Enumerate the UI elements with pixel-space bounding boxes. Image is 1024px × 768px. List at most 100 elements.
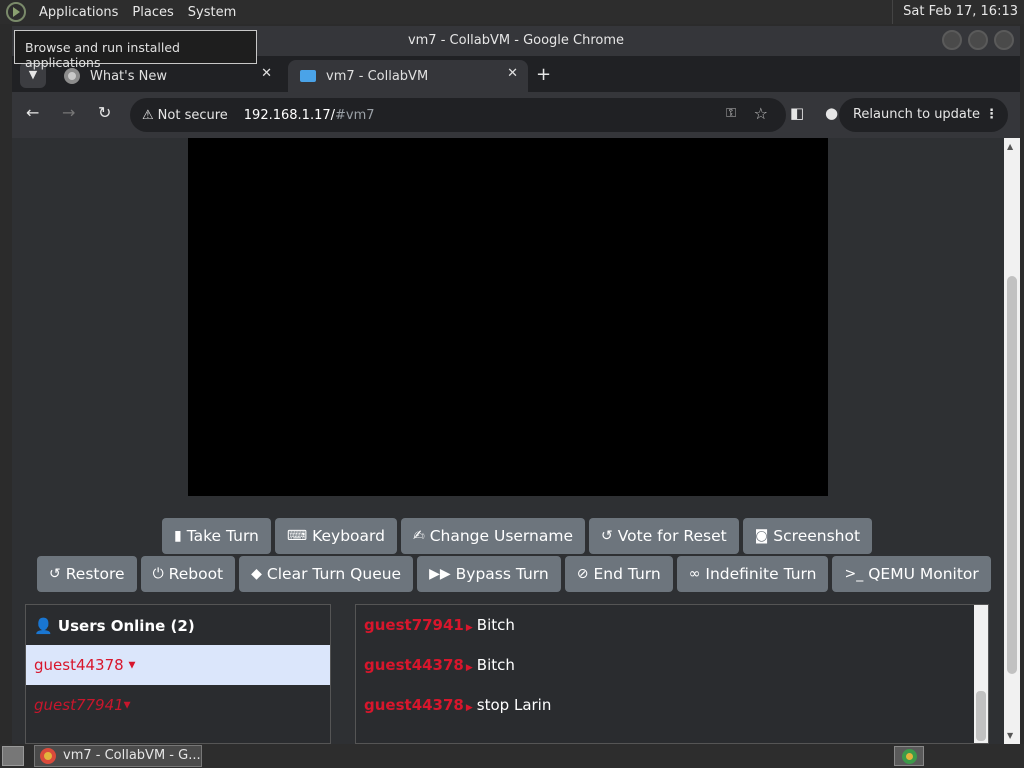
signature-icon: ✍ (412, 528, 425, 544)
username: guest77941 (34, 696, 124, 714)
change-username-button[interactable]: ✍ Change Username (400, 518, 585, 554)
indefinite-turn-button[interactable]: ∞ Indefinite Turn (676, 556, 829, 592)
end-turn-button[interactable]: ⊘ End Turn (564, 556, 673, 592)
tab-collabvm[interactable]: vm7 - CollabVM ✕ (288, 60, 528, 92)
url-host: 192.168.1.17/ (243, 107, 335, 123)
close-window-button[interactable] (994, 30, 1014, 50)
tab-label: vm7 - CollabVM (326, 68, 429, 84)
warning-triangle-icon[interactable]: ⚠ (142, 108, 154, 123)
take-turn-button[interactable]: ▮ Take Turn (162, 518, 271, 554)
restore-button[interactable]: ↺ Restore (37, 556, 137, 592)
chat-text: stop Larin (476, 696, 552, 714)
panel-clock[interactable]: Sat Feb 17, 16:13 (892, 0, 1024, 24)
vote-for-reset-button[interactable]: ↺ Vote for Reset (589, 518, 739, 554)
power-icon: ⏻ (152, 566, 164, 582)
tray-chrome-icon[interactable] (894, 746, 924, 766)
url-fragment: #vm7 (335, 107, 375, 123)
taskbar-chrome-window[interactable]: vm7 - CollabVM - G... (34, 745, 202, 767)
vm-controls-row-2: ↺ Restore ⏻ Reboot ◆ Clear Turn Queue ▶▶ Byp… (37, 556, 991, 592)
close-tab-icon[interactable]: ✕ (261, 66, 272, 81)
button-label: QEMU Monitor (868, 565, 979, 583)
relaunch-label: Relaunch to update (852, 107, 980, 122)
page-scrollbar-thumb[interactable] (1007, 276, 1017, 674)
screenshot-button[interactable]: ◙ Screenshot (742, 518, 873, 554)
security-label[interactable]: Not secure (158, 108, 228, 123)
back-arrow-icon[interactable]: ← (26, 103, 39, 122)
mouse-icon: ▮ (174, 528, 182, 544)
close-tab-icon[interactable]: ✕ (507, 66, 518, 81)
button-label: Reboot (168, 565, 224, 583)
users-online-title: Users Online (2) (57, 617, 195, 635)
chrome-icon (64, 68, 80, 84)
keyboard-button[interactable]: ⌨ Keyboard (274, 518, 397, 554)
button-label: Screenshot (773, 527, 861, 545)
ban-icon: ⊘ (576, 566, 589, 582)
top-panel: Applications Places System Sat Feb 17, 1… (0, 0, 1024, 24)
menu-places[interactable]: Places (125, 5, 180, 20)
users-online-panel: 👤 Users Online (2) guest44378 ▼ guest779… (25, 604, 331, 744)
button-label: Restore (65, 565, 125, 583)
browser-window: vm7 - CollabVM - Google Chrome ▼ What's … (12, 26, 1020, 744)
caret-right-icon: ▶ (465, 703, 473, 713)
user-list-item[interactable]: guest44378 ▼ (26, 645, 330, 685)
qemu-monitor-button[interactable]: >_ QEMU Monitor (832, 556, 991, 592)
menu-kebab-icon[interactable]: ⋮ (985, 98, 998, 132)
chat-text: Bitch (476, 616, 515, 634)
camera-icon: ◙ (754, 528, 769, 544)
button-label: Keyboard (312, 527, 385, 545)
window-title: vm7 - CollabVM - Google Chrome (407, 33, 625, 48)
caret-down-icon: ▼ (128, 660, 136, 671)
new-tab-plus-icon[interactable]: + (536, 64, 551, 85)
user-icon: 👤 (34, 617, 58, 635)
vm-controls-row-1: ▮ Take Turn ⌨ Keyboard ✍ Change Username ↺ V… (162, 518, 873, 554)
clear-turn-queue-button[interactable]: ◆ Clear Turn Queue (239, 556, 414, 592)
collabvm-page: ▮ Take Turn ⌨ Keyboard ✍ Change Username ↺ V… (12, 138, 1004, 744)
vm-display[interactable] (188, 138, 828, 496)
chat-scrollbar[interactable] (974, 605, 988, 743)
maximize-button[interactable] (968, 30, 988, 50)
button-label: Vote for Reset (617, 527, 727, 545)
chat-username[interactable]: guest44378 (364, 696, 464, 714)
username: guest44378 (34, 656, 124, 674)
chat-scrollbar-thumb[interactable] (976, 691, 986, 741)
button-label: Change Username (429, 527, 573, 545)
chat-username[interactable]: guest77941 (364, 616, 464, 634)
forward-icon: ▶▶ (429, 566, 451, 582)
password-key-icon[interactable]: ⚿ (726, 106, 736, 121)
scroll-up-icon[interactable]: ▲ (1007, 142, 1013, 151)
undo-icon: ↺ (601, 528, 613, 544)
bookmark-star-icon[interactable]: ☆ (754, 104, 768, 123)
side-panel-icon[interactable]: ◧ (790, 104, 804, 122)
chat-username[interactable]: guest44378 (364, 656, 464, 674)
button-label: Bypass Turn (455, 565, 549, 583)
show-desktop-icon[interactable] (2, 746, 24, 766)
reboot-button[interactable]: ⏻ Reboot (140, 556, 236, 592)
menu-system[interactable]: System (181, 5, 243, 20)
forward-arrow-icon[interactable]: → (62, 103, 75, 122)
mate-logo-icon[interactable] (6, 2, 26, 22)
monitor-icon (300, 70, 316, 82)
browser-toolbar: ← → ↻ ⚠ Not secure 192.168.1.17/ #vm7 ⚿ … (12, 92, 1020, 138)
scroll-down-icon[interactable]: ▼ (1007, 731, 1013, 740)
profile-avatar-icon[interactable]: ● (825, 104, 838, 122)
tab-label: What's New (90, 68, 167, 84)
page-scrollbar[interactable]: ▲ ▼ (1004, 138, 1020, 744)
button-label: Clear Turn Queue (266, 565, 402, 583)
user-list-item[interactable]: guest77941▼ (26, 685, 330, 725)
menu-applications[interactable]: Applications (32, 5, 125, 20)
button-label: Indefinite Turn (705, 565, 817, 583)
relaunch-button[interactable]: Relaunch to update ⋮ (838, 98, 1008, 132)
chat-message: guest44378 ▶ Bitch (356, 645, 988, 685)
reload-icon[interactable]: ↻ (98, 103, 111, 122)
chat-message: guest44378 ▶ stop Larin (356, 685, 988, 725)
chrome-icon (40, 748, 56, 764)
chat-text: Bitch (476, 656, 515, 674)
chat-panel: guest77941 ▶ Bitch guest44378 ▶ Bitch guest4… (355, 604, 989, 744)
address-bar[interactable]: ⚠ Not secure 192.168.1.17/ #vm7 ⚿ ☆ (130, 98, 786, 132)
terminal-icon: >_ (844, 566, 864, 582)
infinity-icon: ∞ (688, 566, 701, 582)
button-label: Take Turn (186, 527, 259, 545)
bypass-turn-button[interactable]: ▶▶ Bypass Turn (417, 556, 561, 592)
caret-down-icon: ▼ (123, 700, 131, 711)
minimize-button[interactable] (942, 30, 962, 50)
